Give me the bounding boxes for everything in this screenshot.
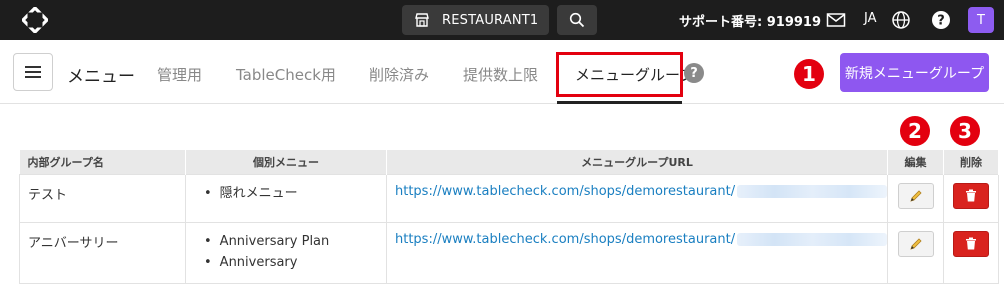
search-button[interactable] xyxy=(557,5,597,35)
trash-icon xyxy=(966,189,976,202)
list-item: Anniversary xyxy=(204,252,386,273)
header-items: 個別メニュー xyxy=(185,150,387,174)
group-items: Anniversary Plan Anniversary xyxy=(185,221,387,284)
group-name: テスト xyxy=(19,173,186,223)
delete-cell xyxy=(943,221,999,284)
delete-button[interactable] xyxy=(953,182,989,209)
tab-bar: メニュー 管理用 TableCheck用 削除済み 提供数上限 メニューグループ… xyxy=(0,40,1004,104)
trash-icon xyxy=(966,237,976,250)
edit-button[interactable] xyxy=(897,230,934,257)
table-row: テスト 隠れメニュー https://www.tablecheck.com/sh… xyxy=(19,173,999,223)
tab-help-icon[interactable]: ? xyxy=(684,63,704,83)
group-items: 隠れメニュー xyxy=(185,173,387,223)
tab-management[interactable]: 管理用 xyxy=(157,64,202,85)
active-tab-indicator xyxy=(557,101,682,104)
avatar[interactable]: T xyxy=(968,7,994,33)
list-item: Anniversary Plan xyxy=(204,231,386,252)
top-bar: RESTAURANT1 サポート番号: 919919 JA ? T xyxy=(0,0,1004,40)
edit-cell xyxy=(887,221,944,284)
table-row: アニバーサリー Anniversary Plan Anniversary htt… xyxy=(19,221,999,284)
store-selector-button[interactable]: RESTAURANT1 xyxy=(402,5,549,35)
hamburger-icon xyxy=(25,66,41,78)
marker-1: 1 xyxy=(794,59,824,89)
header-group-name: 内部グループ名 xyxy=(19,150,186,174)
mail-icon[interactable] xyxy=(826,11,846,29)
new-menu-group-button[interactable]: 新規メニューグループ xyxy=(840,53,989,92)
support-number: サポート番号: 919919 xyxy=(679,15,821,30)
group-name: アニバーサリー xyxy=(19,221,186,284)
redacted-url-segment xyxy=(737,184,887,198)
group-url-link[interactable]: https://www.tablecheck.com/shops/demores… xyxy=(395,184,735,199)
list-item: 隠れメニュー xyxy=(204,183,386,204)
group-url-cell: https://www.tablecheck.com/shops/demores… xyxy=(386,173,888,223)
delete-button[interactable] xyxy=(953,230,989,257)
hamburger-menu-button[interactable] xyxy=(13,53,53,91)
marker-3: 3 xyxy=(950,116,980,146)
search-icon xyxy=(569,12,585,28)
group-url-cell: https://www.tablecheck.com/shops/demores… xyxy=(386,221,888,284)
tab-highlight-box xyxy=(556,52,683,97)
page-title: メニュー xyxy=(67,67,135,87)
header-url: メニューグループURL xyxy=(386,150,888,174)
group-url-link[interactable]: https://www.tablecheck.com/shops/demores… xyxy=(395,232,735,247)
edit-button[interactable] xyxy=(897,182,934,209)
language-label[interactable]: JA xyxy=(864,11,877,26)
help-icon[interactable]: ? xyxy=(931,10,951,30)
tab-tablecheck[interactable]: TableCheck用 xyxy=(236,64,336,85)
pencil-icon xyxy=(909,189,922,202)
menu-group-table: 内部グループ名 個別メニュー メニューグループURL 編集 削除 テスト 隠れメ… xyxy=(19,150,999,284)
redacted-url-segment xyxy=(737,232,887,246)
tab-serving-limit[interactable]: 提供数上限 xyxy=(463,64,538,85)
logo-icon[interactable] xyxy=(22,7,48,33)
header-edit: 編集 xyxy=(887,150,944,174)
tab-deleted[interactable]: 削除済み xyxy=(369,64,429,85)
store-name: RESTAURANT1 xyxy=(442,12,539,28)
pencil-icon xyxy=(909,237,922,250)
marker-2: 2 xyxy=(900,116,930,146)
delete-cell xyxy=(943,173,999,223)
globe-icon[interactable] xyxy=(891,10,911,30)
store-icon xyxy=(414,12,430,28)
svg-text:?: ? xyxy=(937,14,945,29)
edit-cell xyxy=(887,173,944,223)
header-delete: 削除 xyxy=(943,150,999,174)
